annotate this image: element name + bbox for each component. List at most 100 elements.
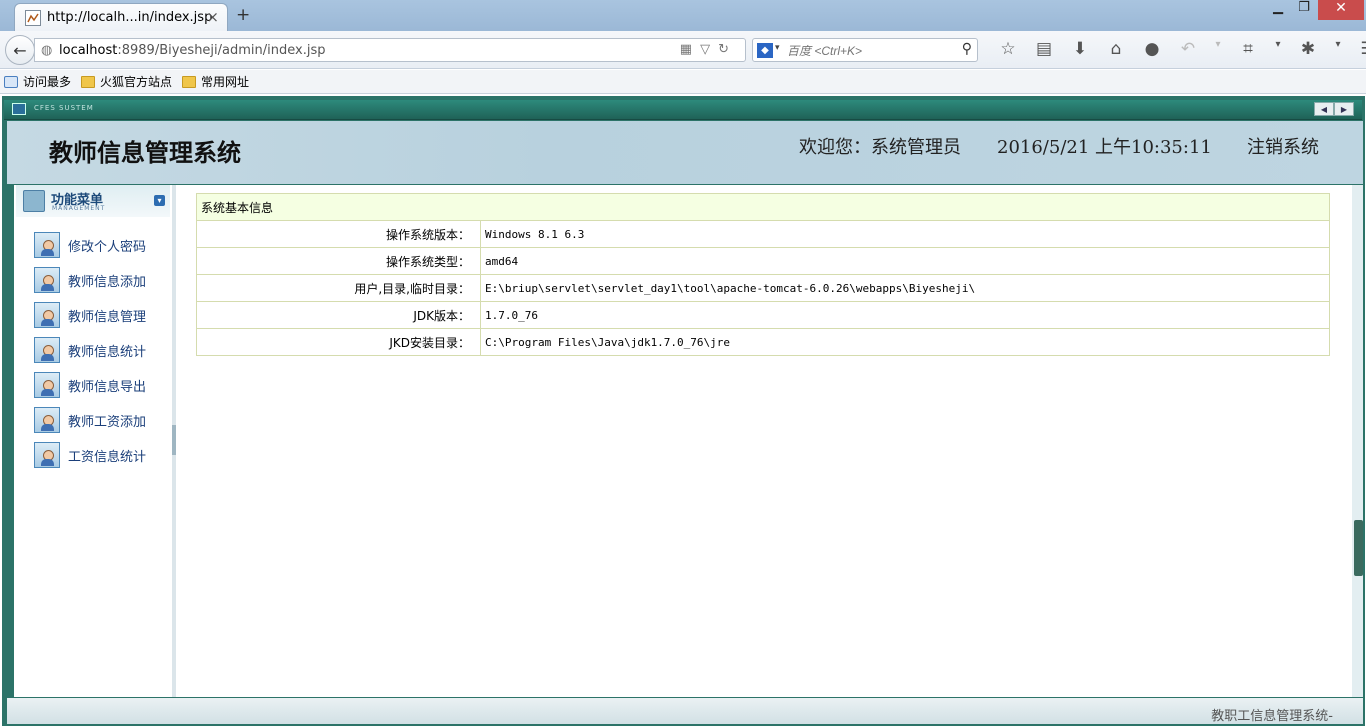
system-info-table: 系统基本信息 操作系统版本： Windows 8.1 6.3 操作系统类型： a… bbox=[196, 193, 1330, 356]
browser-tab[interactable]: http://localh...in/index.jsp × bbox=[14, 3, 228, 31]
row-value: amd64 bbox=[480, 247, 1330, 275]
qr-code-icon[interactable]: ▦ bbox=[680, 42, 700, 57]
sidebar-item-label: 教师信息添加 bbox=[68, 274, 147, 290]
bookmarks-toolbar: 访问最多 火狐官方站点 常用网址 bbox=[0, 70, 1366, 94]
sidebar-item-label: 教师工资添加 bbox=[68, 414, 147, 430]
sidebar-item-label: 教师信息管理 bbox=[68, 309, 147, 325]
row-label: 操作系统类型： bbox=[196, 247, 481, 275]
address-bar[interactable]: ◍ localhost:8989/Biyesheji/admin/index.j… bbox=[34, 38, 746, 62]
table-row: 用户,目录,临时目录： E:\briup\servlet\servlet_day… bbox=[196, 274, 1330, 302]
globe-icon: ◍ bbox=[41, 43, 53, 58]
download-icon[interactable]: ⬇ bbox=[1062, 39, 1098, 61]
row-value: 1.7.0_76 bbox=[480, 301, 1330, 329]
engine-dropdown-icon[interactable]: ▾ bbox=[775, 43, 780, 53]
bookmark-common-sites[interactable]: 常用网址 bbox=[182, 73, 249, 90]
urlbar-tools: ▦▽↻ bbox=[680, 42, 737, 57]
folder-icon bbox=[81, 75, 96, 88]
main-content: 系统基本信息 操作系统版本： Windows 8.1 6.3 操作系统类型： a… bbox=[176, 185, 1352, 697]
browser-navbar: ← ◍ localhost:8989/Biyesheji/admin/index… bbox=[0, 31, 1366, 69]
sidebar-item-teacher-stats[interactable]: 教师信息统计 bbox=[34, 336, 164, 364]
reload-icon[interactable]: ↻ bbox=[718, 42, 737, 57]
toolbar-icons: ☆ ▤ ⬇ ⌂ ● ↶ ▾ ⌗ ▾ ✱ ▾ ☰ bbox=[990, 39, 1366, 61]
table-row: 操作系统类型： amd64 bbox=[196, 247, 1330, 275]
welcome-text: 欢迎您：系统管理员 bbox=[799, 137, 961, 158]
chat-icon[interactable]: ● bbox=[1134, 39, 1170, 61]
page-favicon-icon bbox=[25, 10, 41, 26]
collapse-chevron-icon[interactable]: ▾ bbox=[154, 195, 165, 206]
table-row: JKD安装目录： C:\Program Files\Java\jdk1.7.0_… bbox=[196, 328, 1330, 356]
extension-icon[interactable]: ✱ bbox=[1290, 39, 1326, 61]
app-header: 教师信息管理系统 欢迎您：系统管理员 2016/5/21 上午10:35:11 … bbox=[7, 121, 1363, 184]
browser-titlebar: http://localh...in/index.jsp × + ▁ ❐ ✕ bbox=[0, 0, 1366, 31]
search-icon[interactable]: ⚲ bbox=[962, 41, 972, 57]
sidebar-item-teacher-add[interactable]: 教师信息添加 bbox=[34, 266, 164, 294]
back-button[interactable]: ← bbox=[5, 35, 35, 65]
row-label: JDK版本： bbox=[196, 301, 481, 329]
footer-text: 教职工信息管理系统- bbox=[1211, 709, 1333, 724]
sidebar-item-salary-stats[interactable]: 工资信息统计 bbox=[34, 441, 164, 469]
crop-dropdown-icon[interactable]: ▾ bbox=[1266, 39, 1290, 61]
frame-scroll-arrows: ◀ ▶ bbox=[1314, 102, 1354, 116]
reading-list-icon[interactable]: ▤ bbox=[1026, 39, 1062, 61]
table-header: 系统基本信息 bbox=[196, 193, 1330, 221]
back-arrow-icon: ← bbox=[13, 40, 27, 60]
menu-icon bbox=[23, 190, 45, 212]
table-row: 操作系统版本： Windows 8.1 6.3 bbox=[196, 220, 1330, 248]
baidu-paw-icon[interactable]: ◆ bbox=[757, 43, 773, 58]
table-header-row: 系统基本信息 bbox=[196, 193, 1330, 221]
minimize-button[interactable]: ▁ bbox=[1264, 0, 1292, 20]
app-system-bar: CFES SUSTEM ◀ ▶ bbox=[4, 100, 1362, 120]
bookmark-label: 访问最多 bbox=[23, 75, 72, 89]
dropdown-history-icon[interactable]: ▽ bbox=[700, 42, 718, 57]
sidebar-item-change-password[interactable]: 修改个人密码 bbox=[34, 231, 164, 259]
url-path: :8989/Biyesheji/admin/index.jsp bbox=[117, 43, 326, 58]
bookmark-most-visited[interactable]: 访问最多 bbox=[4, 73, 71, 90]
bookmark-label: 常用网址 bbox=[201, 75, 250, 89]
menu-header: 功能菜单 MANAGEMENT ▾ bbox=[16, 185, 170, 217]
table-row: JDK版本： 1.7.0_76 bbox=[196, 301, 1330, 329]
scroll-knob[interactable] bbox=[1354, 520, 1363, 576]
url-text[interactable]: localhost:8989/Biyesheji/admin/index.jsp bbox=[59, 43, 326, 58]
user-card-icon bbox=[34, 407, 60, 433]
maximize-button[interactable]: ❐ bbox=[1290, 0, 1318, 20]
page-title: 教师信息管理系统 bbox=[49, 138, 241, 167]
undo-icon[interactable]: ↶ bbox=[1170, 39, 1206, 61]
arrow-right-icon[interactable]: ▶ bbox=[1334, 102, 1354, 116]
star-icon[interactable]: ☆ bbox=[990, 39, 1026, 61]
sidebar-item-salary-add[interactable]: 教师工资添加 bbox=[34, 406, 164, 434]
sidebar-item-label: 教师信息导出 bbox=[68, 379, 147, 395]
menu-subtitle: MANAGEMENT bbox=[52, 205, 106, 212]
user-card-icon bbox=[34, 442, 60, 468]
extension-dropdown-icon[interactable]: ▾ bbox=[1326, 39, 1350, 61]
window-close-button[interactable]: ✕ bbox=[1318, 0, 1364, 20]
url-host: localhost bbox=[59, 43, 118, 58]
bookmark-firefox-sites[interactable]: 火狐官方站点 bbox=[81, 73, 172, 90]
search-input[interactable] bbox=[787, 42, 955, 59]
row-label: JKD安装目录： bbox=[196, 328, 481, 356]
user-card-icon bbox=[34, 232, 60, 258]
user-card-icon bbox=[34, 372, 60, 398]
app-footer: 教职工信息管理系统- bbox=[7, 698, 1363, 724]
folder-icon bbox=[182, 75, 197, 88]
sidebar-item-label: 工资信息统计 bbox=[68, 449, 147, 465]
bookmark-label: 火狐官方站点 bbox=[100, 75, 173, 89]
crop-icon[interactable]: ⌗ bbox=[1230, 39, 1266, 61]
system-badge: CFES SUSTEM bbox=[34, 104, 94, 112]
home-icon[interactable]: ⌂ bbox=[1098, 39, 1134, 61]
row-label: 用户,目录,临时目录： bbox=[196, 274, 481, 302]
new-tab-button[interactable]: + bbox=[236, 5, 250, 25]
row-value: E:\briup\servlet\servlet_day1\tool\apach… bbox=[480, 274, 1330, 302]
logout-link[interactable]: 注销系统 bbox=[1247, 133, 1319, 159]
undo-dropdown-icon[interactable]: ▾ bbox=[1206, 39, 1230, 61]
user-card-icon bbox=[34, 337, 60, 363]
sidebar-item-teacher-manage[interactable]: 教师信息管理 bbox=[34, 301, 164, 329]
tab-close-icon[interactable]: × bbox=[206, 8, 219, 26]
search-bar[interactable]: ◆ ▾ ⚲ bbox=[752, 38, 978, 62]
menu-icon[interactable]: ☰ bbox=[1350, 39, 1366, 61]
row-value: C:\Program Files\Java\jdk1.7.0_76\jre bbox=[480, 328, 1330, 356]
monitor-icon bbox=[12, 103, 26, 115]
sidebar: 功能菜单 MANAGEMENT ▾ 修改个人密码 教师信息添加 教师信息管理 教… bbox=[14, 185, 173, 697]
arrow-left-icon[interactable]: ◀ bbox=[1314, 102, 1334, 116]
row-label: 操作系统版本： bbox=[196, 220, 481, 248]
sidebar-item-teacher-export[interactable]: 教师信息导出 bbox=[34, 371, 164, 399]
